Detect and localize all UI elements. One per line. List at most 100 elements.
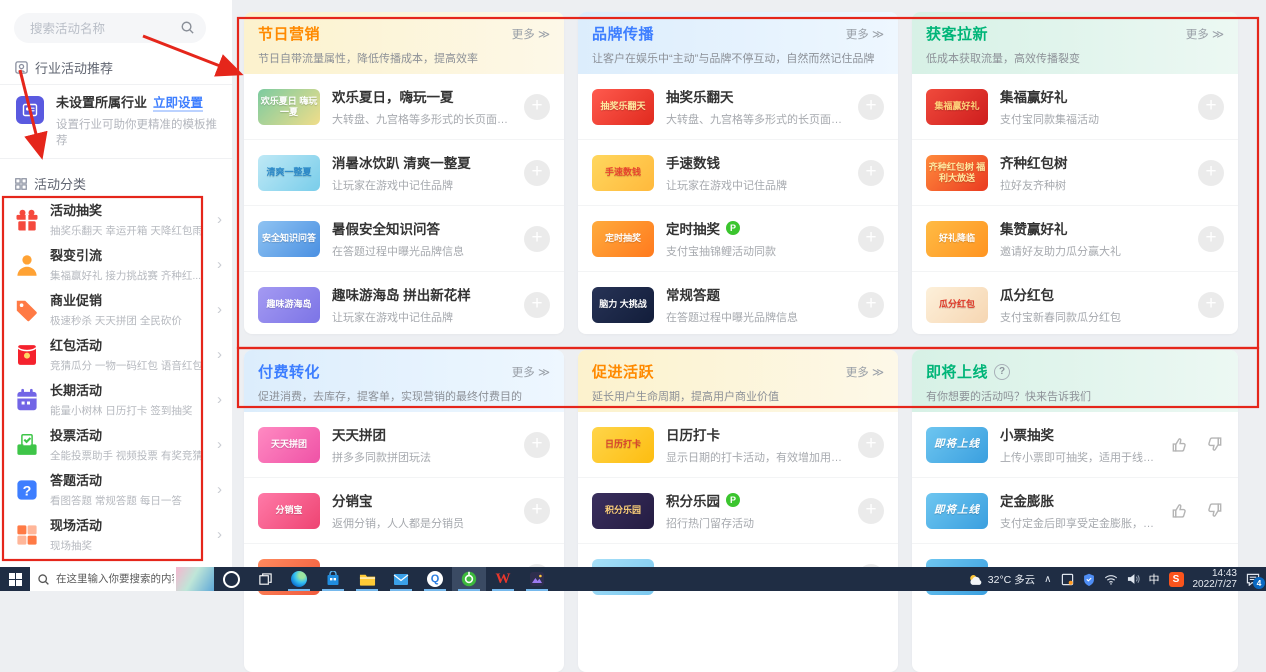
category-title: 现场活动 [50,518,102,533]
sidebar-category-投票活动[interactable]: 投票活动全能投票助手 视频投票 有奖竞猜› [0,422,232,467]
activity-card-集赞赢好礼[interactable]: 好礼降临集赞赢好礼邀请好友助力瓜分赢大礼+ [912,205,1238,271]
notification-center-button[interactable]: 4 [1246,573,1260,586]
activity-card-欢乐夏日，嗨玩一夏[interactable]: 欢乐夏日 嗨玩一夏欢乐夏日，嗨玩一夏大转盘、九宫格等多形式的长页面抽奖+ [244,74,564,139]
activity-desc: 返佣分销，人人都是分销员 [332,515,516,531]
section-subtitle: 促进消费，去库存，提客单，实现营销的最终付费目的 [258,388,550,404]
add-activity-button[interactable]: + [858,292,884,318]
green-browser-icon [461,571,477,587]
activity-search-box[interactable] [14,13,206,43]
add-activity-button[interactable]: + [524,94,550,120]
taskbar-search-input[interactable] [54,572,176,586]
add-activity-button[interactable]: + [858,94,884,120]
activity-card-抽奖乐翻天[interactable]: 抽奖乐翻天抽奖乐翻天大转盘、九宫格等多形式的长页面抽奖+ [578,74,898,139]
add-activity-button[interactable]: + [524,226,550,252]
q-browser-button[interactable]: Q [418,567,452,591]
wps-button[interactable]: W [486,567,520,591]
sogou-icon[interactable]: S [1169,572,1184,587]
taskbar-search-box[interactable] [30,567,214,591]
wifi-icon[interactable] [1104,574,1118,585]
add-activity-button[interactable]: + [858,498,884,524]
security-shield-icon[interactable] [1083,573,1095,586]
more-link[interactable]: 更多 ≫ [846,364,884,380]
activity-card-定金膨胀[interactable]: 即将上线定金膨胀支付定金后即享受定金膨胀，适用于大促... [912,477,1238,543]
add-activity-button[interactable]: + [524,432,550,458]
vote-icon [14,432,40,458]
sidebar-category-现场活动[interactable]: 现场活动现场抽奖› [0,512,232,557]
sidebar-category-活动抽奖[interactable]: 活动抽奖抽奖乐翻天 幸运开箱 天降红包雨› [0,197,232,242]
search-icon[interactable] [180,20,195,40]
activity-card-趣味游海岛 拼出新花样[interactable]: 趣味游海岛趣味游海岛 拼出新花样让玩家在游戏中记住品牌+ [244,271,564,334]
chevron-right-icon: › [217,346,222,363]
cortana-button[interactable] [214,567,248,591]
add-activity-button[interactable]: + [524,292,550,318]
clock-time: 14:43 [1193,568,1238,579]
sidebar-category-长期活动[interactable]: 长期活动能量小树林 日历打卡 签到抽奖› [0,377,232,422]
help-icon[interactable]: ? [994,364,1010,380]
more-link[interactable]: 更多 ≫ [512,364,550,380]
add-activity-button[interactable]: + [1198,292,1224,318]
weather-tray-item[interactable]: 32°C 多云 [968,572,1035,587]
task-view-button[interactable] [248,567,282,591]
activity-title: 集赞赢好礼 [1000,218,1068,238]
add-activity-button[interactable]: + [524,160,550,186]
green-browser-button[interactable] [452,567,486,591]
search-icon [37,573,50,586]
more-link[interactable]: 更多 ≫ [512,26,550,42]
more-link[interactable]: 更多 ≫ [846,26,884,42]
activity-card-常规答题[interactable]: 脑力 大挑战常规答题在答题过程中曝光品牌信息+ [578,271,898,334]
sidebar-category-答题活动[interactable]: ?答题活动看图答题 常规答题 每日一答› [0,467,232,512]
activity-card-积分乐园[interactable]: 积分乐园积分乐园P招行热门留存活动+ [578,477,898,543]
activity-title: 分销宝 [332,490,373,510]
edge-icon [291,571,307,587]
activity-card-暑假安全知识问答[interactable]: 安全知识问答暑假安全知识问答在答题过程中曝光品牌信息+ [244,205,564,271]
add-activity-button[interactable]: + [858,432,884,458]
thumbs-up-icon[interactable] [1170,501,1189,520]
red-envelope-icon [14,342,40,368]
activity-card-消暑冰饮趴 清爽一整夏[interactable]: 清爽一整夏消暑冰饮趴 清爽一整夏让玩家在游戏中记住品牌+ [244,139,564,205]
add-activity-button[interactable]: + [858,226,884,252]
store-button[interactable] [316,567,350,591]
activity-title: 积分乐园 [666,490,720,510]
add-activity-button[interactable]: + [524,498,550,524]
activity-card-定时抽奖[interactable]: 定时抽奖定时抽奖P支付宝抽锦鲤活动同款+ [578,205,898,271]
thumbs-down-icon[interactable] [1205,435,1224,454]
edge-button[interactable] [282,567,316,591]
taskbar-clock[interactable]: 14:43 2022/7/27 [1193,568,1238,590]
activity-card-齐种红包树[interactable]: 齐种红包树 福利大放送齐种红包树拉好友齐种树+ [912,139,1238,205]
sidebar-category-裂变引流[interactable]: 裂变引流集福赢好礼 接力挑战赛 齐种红...› [0,242,232,287]
photos-app-button[interactable] [520,567,554,591]
chevron-right-icon: › [217,481,222,498]
search-highlight-image[interactable] [176,567,214,591]
thumbs-down-icon[interactable] [1205,501,1224,520]
activity-card-集福赢好礼[interactable]: 集福赢好礼集福赢好礼支付宝同款集福活动+ [912,74,1238,139]
snip-tool-icon[interactable] [1061,573,1074,586]
activity-card-瓜分红包[interactable]: 瓜分红包瓜分红包支付宝新春同款瓜分红包+ [912,271,1238,334]
activity-card-天天拼团[interactable]: 天天拼团天天拼团拼多多同款拼团玩法+ [244,412,564,477]
panel-header: 付费转化 更多 ≫ 促进消费，去库存，提客单，实现营销的最终付费目的 [244,350,564,412]
file-explorer-icon [359,572,376,587]
tray-expand-button[interactable]: ∧ [1044,574,1051,585]
add-activity-button[interactable]: + [858,160,884,186]
divider [0,84,232,85]
activity-desc: 支付定金后即享受定金膨胀，适用于大促... [1000,515,1162,531]
mail-button[interactable] [384,567,418,591]
ime-indicator[interactable]: 中 [1149,571,1160,587]
thumbs-up-icon[interactable] [1170,435,1189,454]
add-activity-button[interactable]: + [1198,94,1224,120]
more-link[interactable]: 更多 ≫ [1186,26,1224,42]
activity-card-日历打卡[interactable]: 日历打卡日历打卡显示日期的打卡活动，有效增加用户粘性+ [578,412,898,477]
start-button[interactable] [0,567,30,591]
activity-card-小票抽奖[interactable]: 即将上线小票抽奖上传小票即可抽奖，适用于线下零售的复... [912,412,1238,477]
sidebar-category-红包活动[interactable]: 红包活动竞猜瓜分 一物一码红包 语音红包› [0,332,232,377]
activity-card-手速数钱[interactable]: 手速数钱手速数钱让玩家在游戏中记住品牌+ [578,139,898,205]
search-input[interactable] [28,13,182,45]
activity-thumbnail: 日历打卡 [592,427,654,463]
file-explorer-button[interactable] [350,567,384,591]
sidebar-category-商业促销[interactable]: 商业促销极速秒杀 天天拼团 全民砍价› [0,287,232,332]
windows-taskbar: Q W [0,567,1266,591]
add-activity-button[interactable]: + [1198,160,1224,186]
volume-icon[interactable] [1127,573,1140,585]
set-industry-link[interactable]: 立即设置 [153,96,203,112]
activity-card-分销宝[interactable]: 分销宝分销宝返佣分销，人人都是分销员+ [244,477,564,543]
add-activity-button[interactable]: + [1198,226,1224,252]
